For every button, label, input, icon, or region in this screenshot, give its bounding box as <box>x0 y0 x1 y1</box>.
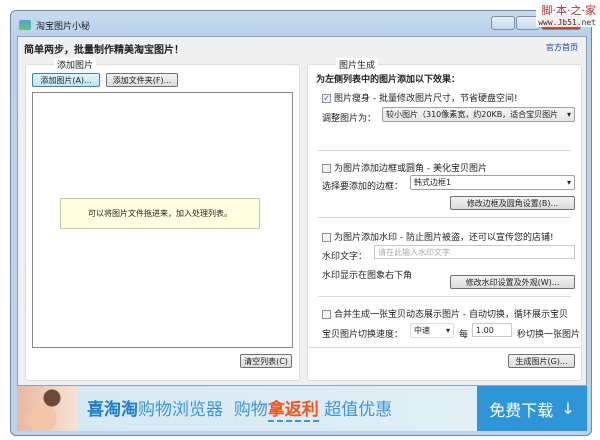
divider <box>318 217 571 218</box>
title-bar: 淘宝图片小秘 <box>19 17 90 33</box>
watermark-text-label: 水印文字： <box>322 252 368 262</box>
banner-slogan: 购物 <box>233 400 268 420</box>
watermark-checkbox[interactable]: 为图片添加水印 - 防止图片被盗，还可以宣传您的店铺! <box>322 230 554 243</box>
animate-checkbox[interactable]: 合并生成一张宝贝动态展示图片 - 自动切换，循环展示宝贝 <box>322 307 568 320</box>
download-label: 免费下载 <box>489 400 554 420</box>
border-label: 为图片添加边框或圆角 - 美化宝贝图片 <box>334 164 487 174</box>
minimize-button[interactable] <box>491 16 515 30</box>
seconds-input[interactable]: 1.00 <box>472 323 512 337</box>
banner-slogan-end: 超值优惠 <box>324 400 393 420</box>
client-area: 简单两步，批量制作精美淘宝图片！ 官方首页 添加图片 添加图片(A)... 添加… <box>17 36 587 386</box>
checkbox-icon[interactable] <box>322 164 331 173</box>
checkbox-icon[interactable] <box>322 310 331 319</box>
clear-list-button[interactable]: 清空列表(C) <box>240 354 292 368</box>
watermark-label: 为图片添加水印 - 防止图片被盗，还可以宣传您的店铺! <box>334 233 554 243</box>
watermark-text-input[interactable]: 请在此输入水印文字 <box>374 245 575 259</box>
size-select[interactable]: 较小图片（310像素宽，约20KB，适合宝贝图片 ▾ <box>382 107 575 122</box>
dropdown-arrow-icon: ▾ <box>566 178 571 187</box>
every-label: 每 <box>459 330 469 340</box>
drop-hint: 可以将图片文件拖进来，加入处理列表。 <box>60 198 260 229</box>
watermark-position-note: 水印显示在图象右下角 <box>322 271 413 281</box>
ad-banner[interactable]: 喜淘淘购物浏览器 购物拿返利 超值优惠 免费下载 ↓ <box>17 386 587 431</box>
generate-button[interactable]: 生成图片(G)... <box>508 354 575 368</box>
dropdown-arrow-icon: ▾ <box>445 326 450 335</box>
border-checkbox[interactable]: 为图片添加边框或圆角 - 美化宝贝图片 <box>322 161 487 174</box>
add-folder-button[interactable]: 添加文件夹(F)... <box>106 73 178 87</box>
border-value: 韩式边框1 <box>414 178 452 187</box>
intro-text: 为左侧列表中的图片添加以下效果： <box>316 75 461 85</box>
banner-text: 喜淘淘购物浏览器 购物拿返利 超值优惠 <box>87 395 393 422</box>
border-settings-button[interactable]: 修改边框及圆角设置(B)... <box>450 196 575 210</box>
resize-label: 图片瘦身 - 批量修改图片尺寸，节省硬盘空间! <box>334 94 518 104</box>
speed-label: 宝贝图片切换速度： <box>322 330 404 340</box>
watermark-settings-button[interactable]: 修改水印设置及外观(W)... <box>450 275 575 289</box>
home-link[interactable]: 官方首页 <box>546 42 578 53</box>
app-icon <box>19 20 31 30</box>
generate-group: 图片生成 为左侧列表中的图片添加以下效果： ✓ 图片瘦身 - 批量修改图片尺寸，节… <box>307 58 582 381</box>
resize-checkbox[interactable]: ✓ 图片瘦身 - 批量修改图片尺寸，节省硬盘空间! <box>322 91 518 104</box>
divider <box>318 150 571 151</box>
checkbox-checked-icon[interactable]: ✓ <box>322 94 331 103</box>
size-label: 调整图片为： <box>322 114 377 124</box>
border-select-label: 选择要添加的边框： <box>322 182 404 192</box>
banner-product: 购物浏览器 <box>138 400 223 420</box>
banner-highlight: 拿返利 <box>267 400 319 422</box>
divider <box>308 347 581 348</box>
checkbox-icon[interactable] <box>322 233 331 242</box>
app-window: 淘宝图片小秘 简单两步，批量制作精美淘宝图片！ 官方首页 添加图片 添加图片(A… <box>10 10 592 436</box>
watermark-placeholder: 请在此输入水印文字 <box>378 247 450 257</box>
speed-select[interactable]: 中速 ▾ <box>410 323 454 338</box>
divider <box>318 296 571 297</box>
add-images-group: 添加图片 添加图片(A)... 添加文件夹(F)... 可以将图片文件拖进来，加… <box>25 58 300 381</box>
add-images-button[interactable]: 添加图片(A)... <box>32 73 100 87</box>
image-list[interactable]: 可以将图片文件拖进来，加入处理列表。 <box>32 92 293 348</box>
window-title: 淘宝图片小秘 <box>36 21 91 32</box>
download-arrow-icon: ↓ <box>561 399 575 418</box>
download-button[interactable]: 免费下载 ↓ <box>477 386 587 431</box>
banner-model-image <box>17 386 77 431</box>
headline: 简单两步，批量制作精美淘宝图片！ <box>24 45 184 56</box>
speed-value: 中速 <box>414 326 430 335</box>
seconds-suffix: 秒切换一张图片 <box>517 330 581 340</box>
size-value: 较小图片（310像素宽，约20KB，适合宝贝图片 <box>386 110 559 119</box>
group-label: 添加图片 <box>54 58 97 71</box>
animate-label: 合并生成一张宝贝动态展示图片 - 自动切换，循环展示宝贝 <box>334 310 568 320</box>
dropdown-arrow-icon: ▾ <box>566 110 571 119</box>
group-label: 图片生成 <box>336 58 379 71</box>
site-watermark-logo: 脚·本·之·家 www.Jb51.net <box>536 2 598 27</box>
banner-brand: 喜淘淘 <box>87 400 138 420</box>
border-select[interactable]: 韩式边框1 ▾ <box>410 175 575 190</box>
